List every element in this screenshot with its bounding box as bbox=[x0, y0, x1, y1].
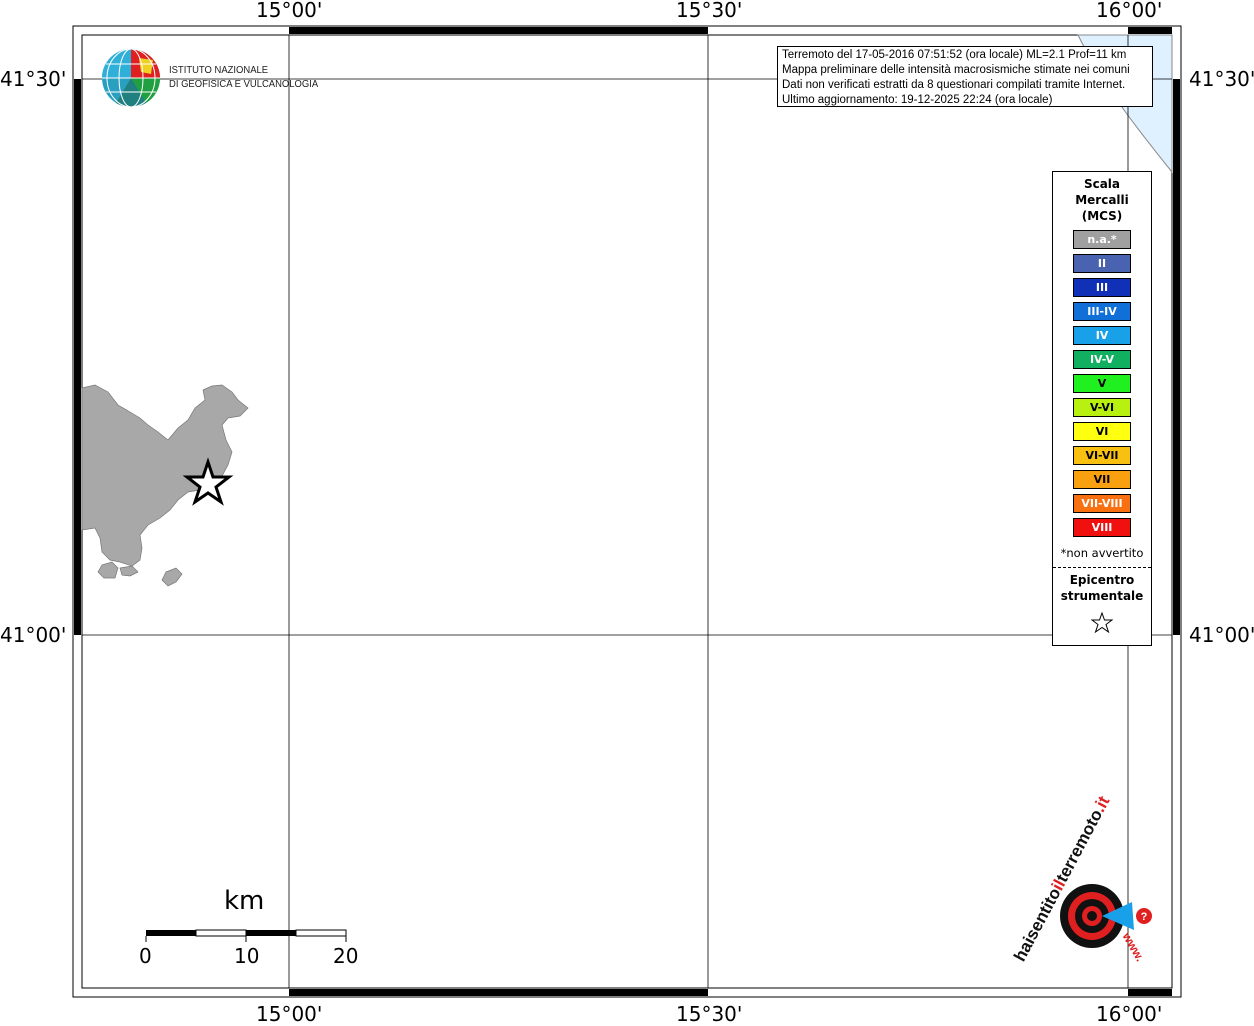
event-info-line3: Dati non verificati estratti da 8 questi… bbox=[782, 79, 1126, 91]
scalebar-label-0: 0 bbox=[139, 944, 152, 968]
legend-swatch-5: IV-V bbox=[1073, 350, 1131, 369]
frame-bar-right bbox=[1173, 79, 1180, 635]
frame-bar-bottom-2 bbox=[1128, 989, 1172, 996]
legend-swatch-6: V bbox=[1073, 374, 1131, 393]
frame-bar-left bbox=[74, 79, 81, 635]
lon-label-bottom-15-30: 15°30' bbox=[676, 1002, 743, 1026]
haisentito-logo[interactable]: ? haisentitoilterremoto.it www. bbox=[1010, 793, 1160, 980]
legend-swatch-7: V-VI bbox=[1073, 398, 1131, 417]
scalebar-seg-1 bbox=[146, 930, 196, 936]
legend-divider bbox=[1053, 567, 1151, 568]
event-info-line4: Ultimo aggiornamento: 19-12-2025 22:24 (… bbox=[782, 94, 1053, 106]
lon-label-top-16-00: 16°00' bbox=[1096, 0, 1163, 22]
ingv-logo: ISTITUTO NAZIONALE DI GEOFISICA E VULCAN… bbox=[101, 48, 318, 110]
event-info-line1: Terremoto del 17-05-2016 07:51:52 (ora l… bbox=[782, 49, 1127, 61]
event-info-line2: Mappa preliminare delle intensità macros… bbox=[782, 64, 1130, 76]
lon-label-top-15-00: 15°00' bbox=[256, 0, 323, 22]
legend-title-line2: Mercalli bbox=[1075, 193, 1129, 207]
legend-epicenter-line2: strumentale bbox=[1060, 589, 1144, 603]
frame-bar-top-2 bbox=[1128, 27, 1172, 34]
scalebar-seg-3 bbox=[246, 930, 296, 936]
legend-star-icon bbox=[1091, 612, 1113, 634]
lat-label-left-41-30: 41°30' bbox=[0, 67, 67, 91]
legend-swatch-8: VI bbox=[1073, 422, 1131, 441]
globe-icon bbox=[102, 48, 161, 108]
lat-label-left-41-00: 41°00' bbox=[0, 623, 67, 647]
legend-swatch-11: VII-VIII bbox=[1073, 494, 1131, 513]
map-inner-frame bbox=[81, 34, 1173, 989]
legend-swatch-9: VI-VII bbox=[1073, 446, 1131, 465]
legend-swatch-10: VII bbox=[1073, 470, 1131, 489]
legend-swatch-0: n.a.* bbox=[1073, 230, 1131, 249]
scalebar-label-10: 10 bbox=[234, 944, 260, 968]
mcs-legend: Scala Mercalli (MCS) n.a.* II III III-IV IV I… bbox=[1052, 171, 1152, 646]
scalebar-seg-2 bbox=[195, 929, 247, 937]
event-info-box: Terremoto del 17-05-2016 07:51:52 (ora l… bbox=[777, 46, 1153, 107]
legend-title-line1: Scala bbox=[1083, 177, 1121, 191]
scalebar-label-20: 20 bbox=[333, 944, 359, 968]
logo-text-line2: DI GEOFISICA E VULCANOLOGIA bbox=[169, 78, 319, 90]
legend-swatch-4: IV bbox=[1073, 326, 1131, 345]
legend-swatch-3: III-IV bbox=[1073, 302, 1131, 321]
legend-swatch-1: II bbox=[1073, 254, 1131, 273]
frame-bar-bottom-1 bbox=[289, 989, 708, 996]
legend-epicenter-line1: Epicentro bbox=[1069, 573, 1135, 587]
scalebar-unit: km bbox=[224, 886, 265, 916]
lon-label-bottom-15-00: 15°00' bbox=[256, 1002, 323, 1026]
lat-label-right-41-30: 41°30' bbox=[1189, 67, 1254, 91]
lon-label-top-15-30: 15°30' bbox=[676, 0, 743, 22]
legend-title-line3: (MCS) bbox=[1081, 209, 1123, 223]
legend-note: *non avvertito bbox=[1060, 546, 1144, 560]
svg-text:?: ? bbox=[1141, 911, 1148, 923]
logo-text-line1: ISTITUTO NAZIONALE bbox=[169, 64, 269, 76]
scalebar-seg-4 bbox=[295, 929, 347, 937]
lat-label-right-41-00: 41°00' bbox=[1189, 623, 1254, 647]
legend-swatch-12: VIII bbox=[1073, 518, 1131, 537]
frame-bar-top-1 bbox=[289, 27, 708, 34]
legend-swatch-2: III bbox=[1073, 278, 1131, 297]
lon-label-bottom-16-00: 16°00' bbox=[1096, 1002, 1163, 1026]
